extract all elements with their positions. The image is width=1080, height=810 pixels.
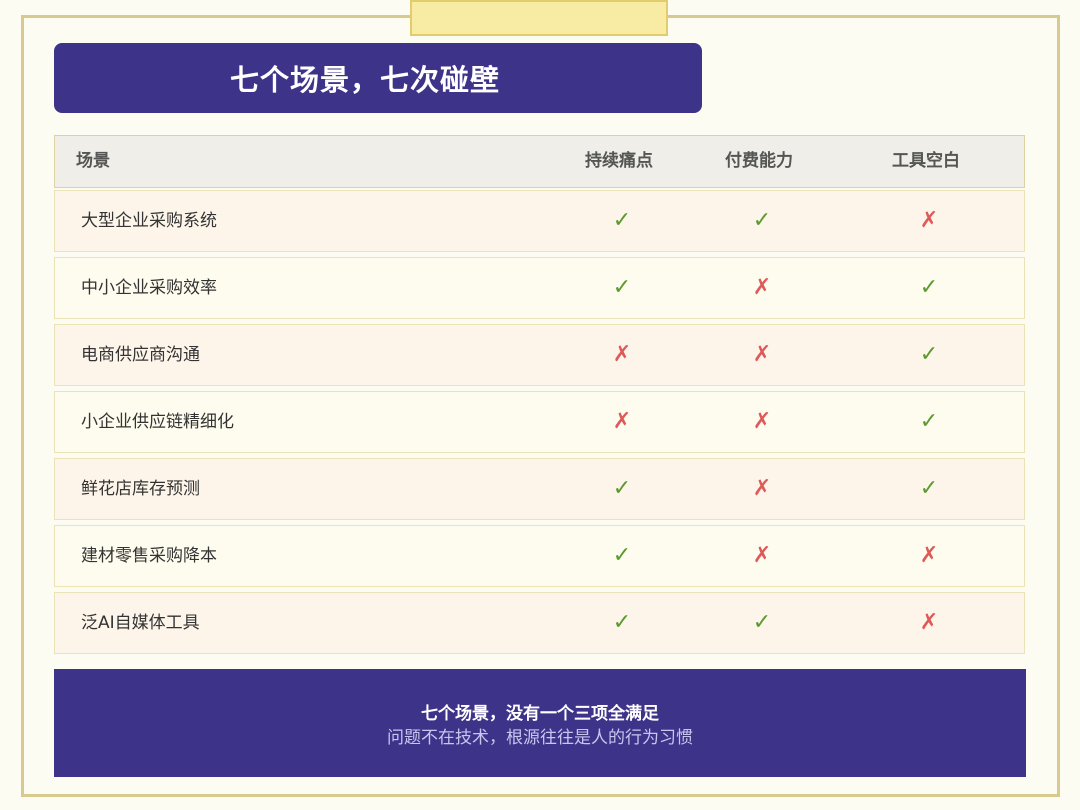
check-icon: ✓ <box>919 409 939 434</box>
header-pay: 付费能力 <box>725 151 793 171</box>
scene-label: 中小企业采购效率 <box>81 278 217 298</box>
table-row: 建材零售采购降本 ✓ ✗ ✗ <box>54 525 1025 587</box>
check-icon: ✓ <box>612 476 632 501</box>
cross-icon: ✗ <box>752 476 772 501</box>
table-row: 鲜花店库存预测 ✓ ✗ ✓ <box>54 458 1025 520</box>
scene-label: 泛AI自媒体工具 <box>81 613 200 633</box>
check-icon: ✓ <box>752 208 772 233</box>
table-row: 小企业供应链精细化 ✗ ✗ ✓ <box>54 391 1025 453</box>
cross-icon: ✗ <box>919 208 939 233</box>
table-row: 泛AI自媒体工具 ✓ ✓ ✗ <box>54 592 1025 654</box>
title-banner: 七个场景，七次碰壁 <box>54 43 702 113</box>
cross-icon: ✗ <box>752 342 772 367</box>
check-icon: ✓ <box>752 610 772 635</box>
check-icon: ✓ <box>919 275 939 300</box>
table-row: 电商供应商沟通 ✗ ✗ ✓ <box>54 324 1025 386</box>
cross-icon: ✗ <box>612 342 632 367</box>
table-header: 场景 持续痛点 付费能力 工具空白 <box>54 135 1025 188</box>
cross-icon: ✗ <box>612 409 632 434</box>
scene-label: 电商供应商沟通 <box>81 345 200 365</box>
check-icon: ✓ <box>612 275 632 300</box>
cross-icon: ✗ <box>752 409 772 434</box>
scene-label: 建材零售采购降本 <box>81 546 217 566</box>
table-row: 中小企业采购效率 ✓ ✗ ✓ <box>54 257 1025 319</box>
page-title: 七个场景，七次碰壁 <box>229 63 500 97</box>
footer-conclusion: 七个场景，没有一个三项全满足 <box>421 704 659 724</box>
scene-label: 小企业供应链精细化 <box>81 412 234 432</box>
check-icon: ✓ <box>612 610 632 635</box>
cross-icon: ✗ <box>919 543 939 568</box>
header-scene: 场景 <box>76 151 110 171</box>
check-icon: ✓ <box>919 476 939 501</box>
header-gap: 工具空白 <box>892 151 960 171</box>
tape-decoration <box>410 0 668 36</box>
footer-note: 问题不在技术，根源往往是人的行为习惯 <box>387 728 693 748</box>
cross-icon: ✗ <box>752 275 772 300</box>
table-row: 大型企业采购系统 ✓ ✓ ✗ <box>54 190 1025 252</box>
check-icon: ✓ <box>612 208 632 233</box>
cross-icon: ✗ <box>919 610 939 635</box>
scene-label: 鲜花店库存预测 <box>81 479 200 499</box>
check-icon: ✓ <box>612 543 632 568</box>
footer-banner: 七个场景，没有一个三项全满足 问题不在技术，根源往往是人的行为习惯 <box>54 669 1026 777</box>
cross-icon: ✗ <box>752 543 772 568</box>
header-pain: 持续痛点 <box>585 151 653 171</box>
check-icon: ✓ <box>919 342 939 367</box>
scene-label: 大型企业采购系统 <box>81 211 217 231</box>
